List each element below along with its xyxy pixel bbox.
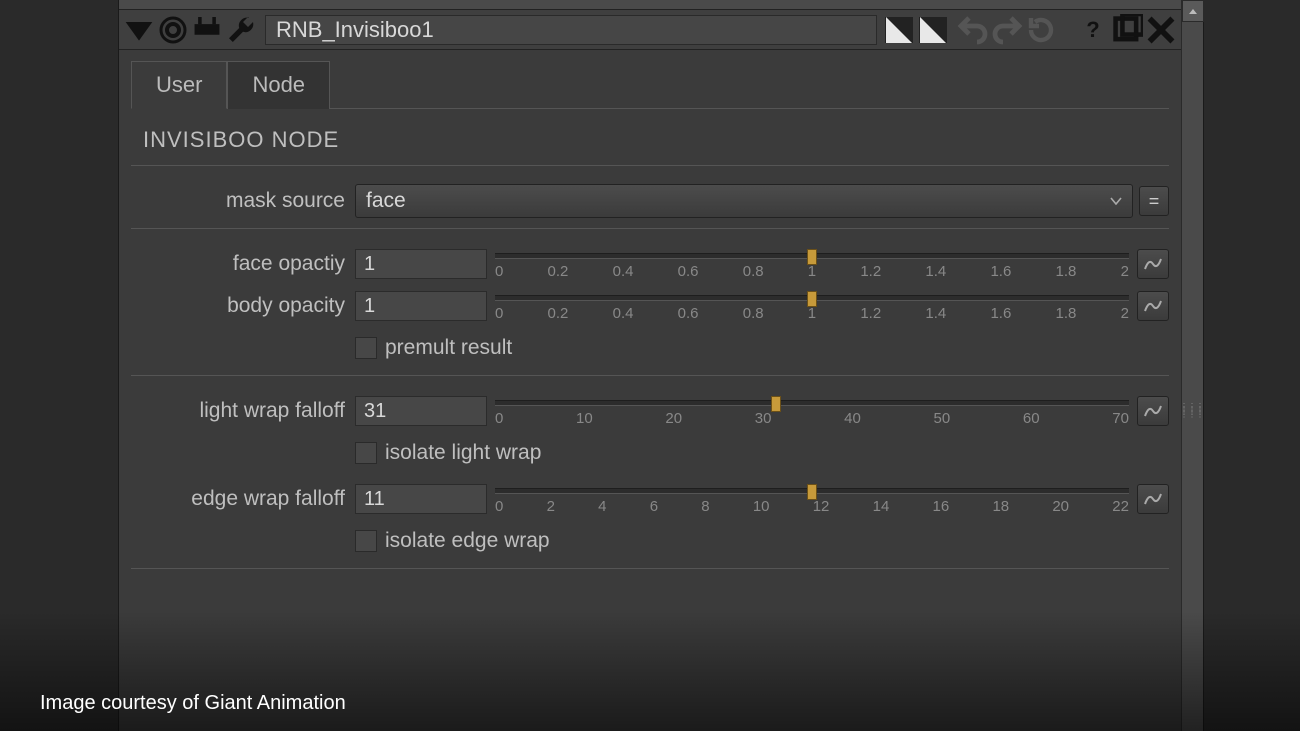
body-opacity-row: body opacity 00.20.40.60.811.21.41.61.82 [131, 287, 1169, 325]
face-opacity-slider[interactable]: 00.20.40.60.811.21.41.61.82 [495, 249, 1129, 279]
isolate-edge-label: isolate edge wrap [385, 529, 550, 553]
mask-source-label: mask source [131, 189, 355, 213]
divider [131, 228, 1169, 229]
node-toolbar: ? [119, 10, 1181, 50]
isolate-light-label: isolate light wrap [385, 441, 541, 465]
light-wrap-slider[interactable]: 010203040506070 [495, 396, 1129, 426]
face-opacity-input[interactable] [355, 249, 487, 279]
isolate-edge-row: isolate edge wrap [131, 522, 1169, 560]
properties-panel: ? User Node INVISIBOO NODE mask source f… [118, 0, 1204, 731]
revert-icon[interactable] [1025, 15, 1057, 45]
chevron-down-icon [1110, 197, 1122, 205]
edge-wrap-input[interactable] [355, 484, 487, 514]
curve-button[interactable] [1137, 484, 1169, 514]
pane-splitter[interactable] [119, 0, 1181, 10]
node-name-input[interactable] [265, 15, 877, 45]
premult-row: premult result [131, 329, 1169, 367]
panel-title: INVISIBOO NODE [131, 127, 1169, 153]
panel-body: User Node INVISIBOO NODE mask source fac… [119, 50, 1181, 731]
isolate-light-checkbox[interactable] [355, 442, 377, 464]
body-opacity-input[interactable] [355, 291, 487, 321]
close-icon[interactable] [1145, 15, 1177, 45]
wrench-icon[interactable] [225, 15, 257, 45]
user-panel: INVISIBOO NODE mask source face = face o… [131, 109, 1169, 569]
collapse-toggle[interactable] [123, 15, 155, 45]
edge-wrap-slider[interactable]: 0246810121416182022 [495, 484, 1129, 514]
contrast-icon-b[interactable] [919, 17, 947, 43]
scroll-up-icon[interactable] [1182, 0, 1204, 22]
premult-label: premult result [385, 336, 512, 360]
face-opacity-row: face opactiy 00.20.40.60.811.21.41.61.82 [131, 245, 1169, 283]
expression-button[interactable]: = [1139, 186, 1169, 216]
isolate-light-row: isolate light wrap [131, 434, 1169, 472]
scrollbar-rail[interactable]: ⋮⋮⋮⋮⋮⋮⋮⋮⋮ [1181, 0, 1203, 731]
tab-node[interactable]: Node [227, 61, 330, 109]
divider [131, 568, 1169, 569]
face-opacity-label: face opactiy [131, 252, 355, 276]
mask-source-dropdown[interactable]: face [355, 184, 1133, 218]
drag-grip-icon[interactable]: ⋮⋮⋮⋮⋮⋮⋮⋮⋮ [1181, 391, 1203, 431]
body-opacity-slider[interactable]: 00.20.40.60.811.21.41.61.82 [495, 291, 1129, 321]
image-credit: Image courtesy of Giant Animation [40, 692, 346, 715]
light-wrap-row: light wrap falloff 010203040506070 [131, 392, 1169, 430]
contrast-icon-a[interactable] [885, 17, 913, 43]
center-icon[interactable] [157, 15, 189, 45]
light-wrap-input[interactable] [355, 396, 487, 426]
tab-user[interactable]: User [131, 61, 227, 109]
curve-button[interactable] [1137, 249, 1169, 279]
undo-icon[interactable] [957, 15, 989, 45]
light-wrap-label: light wrap falloff [131, 399, 355, 423]
divider [131, 165, 1169, 166]
isolate-edge-checkbox[interactable] [355, 530, 377, 552]
redo-icon[interactable] [991, 15, 1023, 45]
detach-icon[interactable] [1111, 15, 1143, 45]
mask-source-row: mask source face = [131, 182, 1169, 220]
tabs: User Node [131, 60, 1169, 109]
help-icon[interactable]: ? [1077, 15, 1109, 45]
divider [131, 375, 1169, 376]
edge-wrap-label: edge wrap falloff [131, 487, 355, 511]
edge-wrap-row: edge wrap falloff 0246810121416182022 [131, 480, 1169, 518]
node-graph-icon[interactable] [191, 15, 223, 45]
curve-button[interactable] [1137, 396, 1169, 426]
curve-button[interactable] [1137, 291, 1169, 321]
premult-checkbox[interactable] [355, 337, 377, 359]
mask-source-value: face [366, 189, 406, 213]
body-opacity-label: body opacity [131, 294, 355, 318]
